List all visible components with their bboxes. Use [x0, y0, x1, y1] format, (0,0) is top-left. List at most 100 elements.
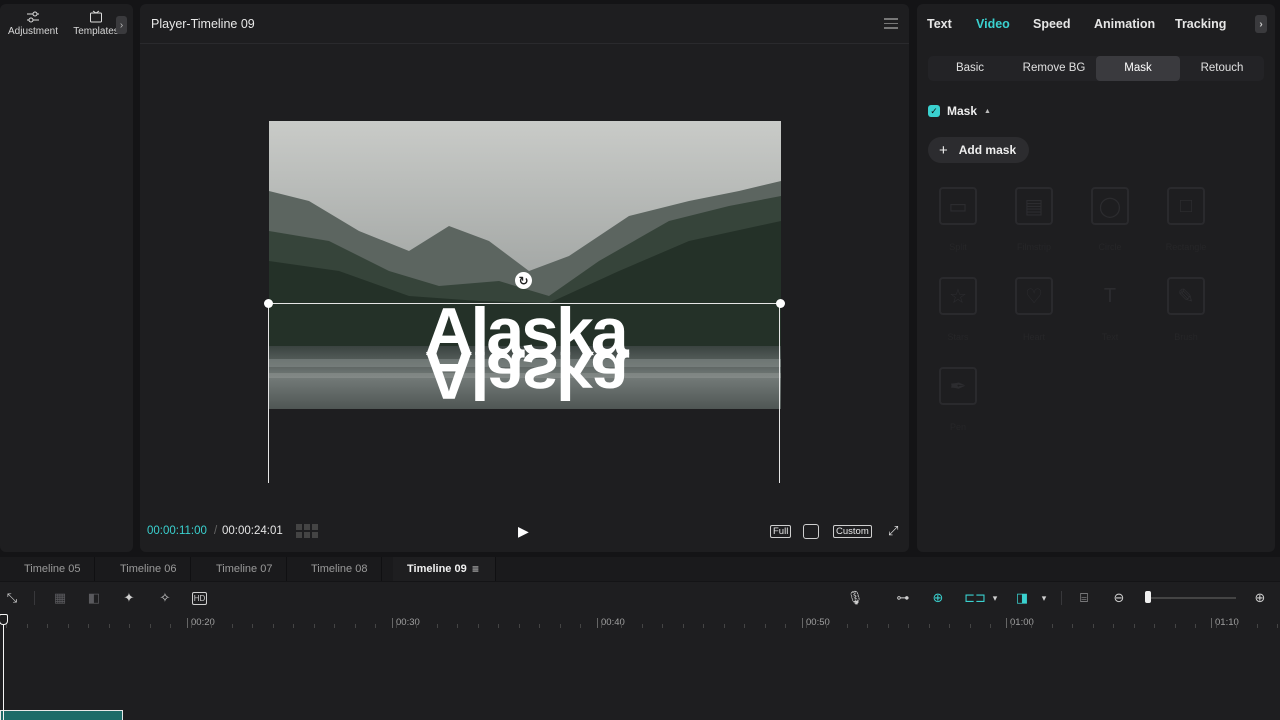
ruler-tick: [457, 624, 458, 628]
filmstrip-icon[interactable]: ▤: [1015, 187, 1053, 225]
plus-icon: +: [939, 141, 948, 159]
properties-panel: Text Video Speed Animation Tracking › Ba…: [917, 4, 1275, 552]
magic-wand-icon[interactable]: ✧: [157, 590, 173, 606]
ruler-tick: [313, 624, 315, 628]
heart-icon[interactable]: ♡: [1015, 277, 1053, 315]
timeline-toolbar: ⤡ ▦ ◧ ✦ ✧ HD 🎙 ⊶ ⊕ ⊏⊐ ▾ ◨ ▾ ⌸ ⊖ ⊕: [0, 582, 1280, 614]
hd-icon[interactable]: HD: [192, 592, 207, 605]
link-icon[interactable]: ⊶: [895, 590, 911, 606]
tab-speed[interactable]: Speed: [1033, 17, 1071, 31]
mask-shape-label: Heart: [1022, 332, 1045, 342]
subtab-mask[interactable]: Mask: [1096, 56, 1180, 81]
split-icon[interactable]: ▭: [939, 187, 977, 225]
subtab-basic[interactable]: Basic: [928, 56, 1012, 81]
tab-timeline-08[interactable]: Timeline 08: [297, 557, 383, 581]
play-button[interactable]: ▶: [518, 523, 529, 540]
chevron-down-icon[interactable]: ▾: [987, 590, 1003, 606]
ruler-tick: [6, 624, 7, 628]
ruler-tick: [867, 624, 868, 628]
mask-shape-label: Stars: [947, 332, 969, 342]
ruler-tick: [498, 624, 499, 628]
total-timecode: 00:00:24:01: [222, 525, 283, 537]
fullscreen-icon[interactable]: ⤢: [888, 523, 898, 539]
microphone-icon[interactable]: 🎙: [847, 590, 864, 606]
freeze-icon[interactable]: ▦: [52, 590, 68, 606]
main-track-magnet-icon[interactable]: ⊏⊐: [964, 590, 986, 606]
auto-cut-icon[interactable]: ✦: [121, 590, 137, 606]
tab-timeline-09[interactable]: Timeline 09: [393, 557, 496, 581]
mask-toggle[interactable]: ✓ Mask ▲: [928, 104, 991, 118]
full-button[interactable]: Full: [770, 524, 792, 538]
overlay-title-reflection: Alaska: [424, 343, 626, 409]
auto-snap-icon[interactable]: ⊕: [930, 590, 946, 606]
ruler-tick: [846, 624, 848, 628]
split-view-icon[interactable]: ◨: [1014, 590, 1030, 606]
ruler-tick: [1031, 624, 1032, 628]
circle-icon[interactable]: ◯: [1091, 187, 1129, 225]
ruler-tick: [272, 624, 274, 628]
playhead-handle[interactable]: [0, 614, 8, 625]
subtab-retouch[interactable]: Retouch: [1180, 56, 1264, 81]
playhead[interactable]: [3, 616, 4, 720]
ruler-tick: [170, 624, 171, 628]
ruler-tick: [293, 624, 294, 628]
zoom-fit-icon[interactable]: [803, 523, 819, 539]
tab-text[interactable]: Text: [927, 17, 952, 31]
rectangle-icon[interactable]: □: [1167, 187, 1205, 225]
mask-label: Mask: [947, 104, 978, 118]
chevron-right-icon: ›: [1259, 18, 1263, 30]
ruler-tick: [928, 624, 930, 628]
ruler-tick: [47, 624, 48, 628]
text-icon[interactable]: T: [1091, 277, 1129, 315]
chevron-down-icon[interactable]: ▾: [1036, 590, 1052, 606]
checkbox-icon[interactable]: ✓: [928, 105, 940, 117]
tab-menu-icon[interactable]: ≡: [472, 557, 479, 581]
ruler-tick: [785, 624, 786, 628]
star-icon[interactable]: ☆: [939, 277, 977, 315]
add-mask-button[interactable]: + Add mask: [928, 137, 1029, 163]
ruler-tick: [211, 624, 212, 628]
tab-animation[interactable]: Animation: [1094, 17, 1155, 31]
ruler-tick: [436, 624, 438, 628]
ruler-tick: [805, 624, 807, 628]
reverse-icon[interactable]: ◧: [86, 590, 102, 606]
subtab-remove-bg[interactable]: Remove BG: [1012, 56, 1096, 81]
zoom-out-icon[interactable]: ⊖: [1111, 590, 1127, 606]
adjustment-tool[interactable]: Adjustment: [0, 10, 66, 37]
timeline-ruler[interactable]: 00:20 00:30 00:40 00:50 01:00 01:10: [0, 614, 1280, 632]
select-tool-icon[interactable]: ⤡: [4, 590, 20, 606]
brush-icon[interactable]: ✎: [1167, 277, 1205, 315]
ruler-tick: [395, 624, 397, 628]
ruler-tick: [949, 624, 950, 628]
tab-timeline-06[interactable]: Timeline 06: [106, 557, 192, 581]
preview-icon[interactable]: ⌸: [1076, 590, 1092, 606]
tab-tracking[interactable]: Tracking: [1175, 17, 1226, 31]
ruler-tick: [26, 624, 28, 628]
caret-up-icon[interactable]: ▲: [984, 108, 991, 115]
menu-icon[interactable]: [884, 18, 898, 29]
tab-video[interactable]: Video: [976, 17, 1010, 31]
tabs-scroll-arrow[interactable]: ›: [1255, 15, 1267, 33]
custom-ratio-button[interactable]: Custom: [833, 524, 872, 538]
left-toolbar: Adjustment Templates: [0, 4, 133, 44]
sliders-icon: [27, 11, 39, 23]
player-header: Player-Timeline 09: [140, 4, 909, 44]
ruler-tick: [539, 624, 540, 628]
video-clip[interactable]: [0, 710, 123, 720]
tab-timeline-07[interactable]: Timeline 07: [202, 557, 288, 581]
add-mask-label: Add mask: [958, 143, 1017, 157]
zoom-slider-track[interactable]: [1146, 597, 1236, 599]
grid-icon[interactable]: [296, 524, 318, 538]
zoom-in-icon[interactable]: ⊕: [1252, 590, 1268, 606]
tab-timeline-05[interactable]: Timeline 05: [10, 557, 96, 581]
pen-icon[interactable]: ✒: [939, 367, 977, 405]
zoom-slider-handle[interactable]: [1145, 591, 1151, 603]
track-area[interactable]: [0, 632, 1280, 720]
ruler-tick: [477, 624, 479, 628]
ruler-tick: [129, 624, 130, 628]
ruler-tick: [149, 624, 151, 628]
ruler-tick: [1092, 624, 1094, 628]
player-title: Player-Timeline 09: [151, 16, 255, 31]
left-panel-scroll-arrow[interactable]: ›: [116, 16, 127, 34]
rotate-icon[interactable]: ↻: [515, 272, 532, 289]
